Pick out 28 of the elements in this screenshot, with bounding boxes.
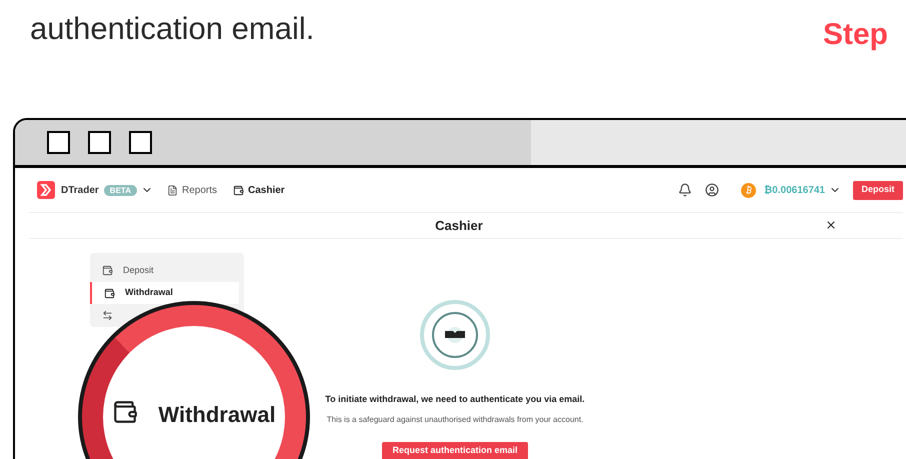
- bitcoin-icon: [741, 182, 756, 198]
- beta-badge: BETA: [104, 184, 137, 196]
- window-control-icon[interactable]: [129, 131, 152, 154]
- step-label: Step: [822, 17, 888, 53]
- close-icon[interactable]: [825, 219, 837, 231]
- wallet-icon: [112, 399, 138, 425]
- request-email-button[interactable]: Request authentication email: [382, 442, 528, 459]
- menu-item[interactable]: Deposit: [90, 259, 244, 282]
- wallet-icon: [104, 288, 115, 298]
- wallet-icon: [102, 264, 113, 276]
- magnified-label: Withdrawal: [158, 401, 276, 429]
- menu-item[interactable]: Withdrawal: [90, 282, 239, 304]
- document-icon: [166, 184, 178, 196]
- window-control-icon[interactable]: [88, 131, 111, 154]
- wallet-icon: [233, 184, 244, 196]
- logo-icon: [37, 181, 55, 199]
- user-icon[interactable]: [705, 183, 720, 197]
- deposit-button[interactable]: Deposit: [853, 180, 903, 200]
- bell-icon[interactable]: [678, 183, 692, 197]
- transfer-icon[interactable]: [102, 310, 113, 322]
- window-control-icon[interactable]: [47, 131, 70, 154]
- app-name[interactable]: DTrader: [61, 182, 99, 198]
- nav-link[interactable]: Reports: [166, 182, 217, 198]
- nav-link[interactable]: Cashier: [233, 182, 285, 198]
- intro-text: authentication email.: [30, 10, 314, 48]
- cashier-title: Cashier: [435, 216, 483, 235]
- message-title: To initiate withdrawal, we need to authenticate you via email.: [325, 393, 585, 406]
- message-subtitle: This is a safeguard against unauthorised withdrawals from your account.: [326, 414, 584, 426]
